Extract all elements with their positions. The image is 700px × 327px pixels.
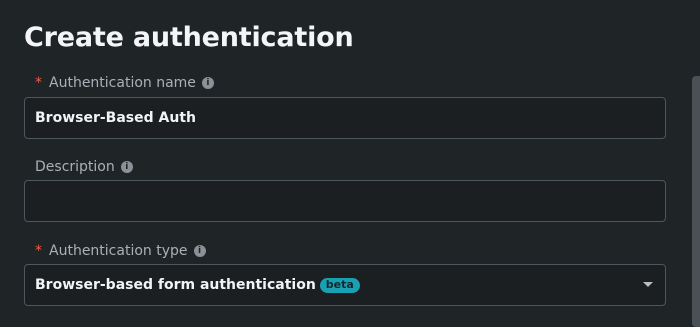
- description-input[interactable]: [24, 180, 666, 222]
- create-authentication-dialog: Create authentication * Authentication n…: [0, 0, 700, 327]
- info-icon[interactable]: i: [201, 77, 214, 89]
- info-icon[interactable]: i: [120, 161, 133, 173]
- page-title: Create authentication: [24, 22, 354, 53]
- required-marker: *: [35, 75, 42, 91]
- authentication-type-label: * Authentication type i: [35, 243, 206, 259]
- authentication-type-label-text: Authentication type: [49, 243, 188, 259]
- beta-badge: beta: [319, 277, 360, 293]
- authentication-type-value: Browser-based form authentication: [35, 277, 316, 293]
- authentication-type-select[interactable]: Browser-based form authentication beta: [24, 264, 666, 306]
- scrollbar[interactable]: [692, 76, 700, 327]
- authentication-name-value: Browser-Based Auth: [35, 110, 196, 126]
- required-marker: *: [35, 243, 42, 259]
- description-label-text: Description: [35, 159, 115, 175]
- description-label: Description i: [35, 159, 133, 175]
- info-icon[interactable]: i: [193, 245, 206, 257]
- caret-down-icon[interactable]: [643, 282, 653, 287]
- authentication-name-label: * Authentication name i: [35, 75, 214, 91]
- authentication-name-label-text: Authentication name: [49, 75, 196, 91]
- authentication-name-input[interactable]: Browser-Based Auth: [24, 97, 666, 139]
